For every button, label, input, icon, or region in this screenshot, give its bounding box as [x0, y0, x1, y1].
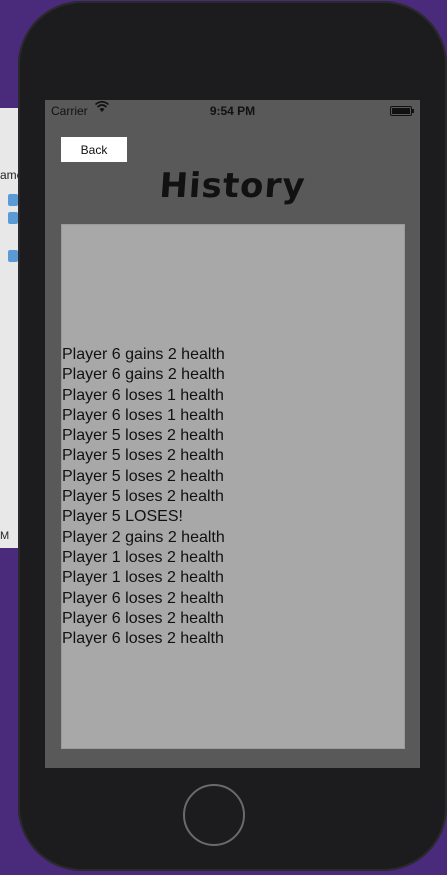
history-entry: Player 6 loses 2 health [62, 589, 224, 607]
back-button[interactable]: Back [61, 137, 127, 162]
history-entry: Player 6 loses 2 health [62, 630, 224, 648]
history-entry: Player 5 loses 2 health [62, 427, 224, 445]
history-entry: Player 6 gains 2 health [62, 366, 225, 384]
app-screen: Carrier 9:54 PM Back History Player 6 ga… [45, 100, 420, 768]
history-entry: Player 6 gains 2 health [62, 346, 225, 363]
status-time: 9:54 PM [209, 104, 256, 118]
history-entry: Player 5 loses 2 health [62, 447, 224, 465]
history-panel[interactable]: Player 6 gains 2 health Player 6 gains 2 … [61, 224, 405, 749]
history-entry: Player 6 loses 2 health [62, 609, 224, 627]
history-list: Player 6 gains 2 health Player 6 gains 2 … [62, 345, 225, 649]
window-control-icon [8, 194, 18, 206]
window-control-icon [8, 250, 18, 262]
history-entry: Player 5 LOSES! [62, 508, 183, 526]
history-entry: Player 1 loses 2 health [62, 569, 224, 587]
background-window-footer: M [0, 530, 10, 542]
history-entry: Player 6 loses 1 health [62, 386, 224, 404]
page-title: History [158, 166, 307, 206]
history-entry: Player 5 loses 2 health [62, 467, 224, 485]
history-entry: Player 2 gains 2 health [62, 528, 225, 546]
battery-icon [390, 106, 414, 116]
history-entry: Player 1 loses 2 health [62, 548, 224, 566]
status-bar: Carrier 9:54 PM [45, 100, 420, 120]
window-control-icon [8, 212, 18, 224]
history-entry: Player 6 loses 1 health [62, 406, 224, 424]
home-button[interactable] [183, 784, 245, 846]
history-entry: Player 5 loses 2 health [62, 488, 224, 506]
